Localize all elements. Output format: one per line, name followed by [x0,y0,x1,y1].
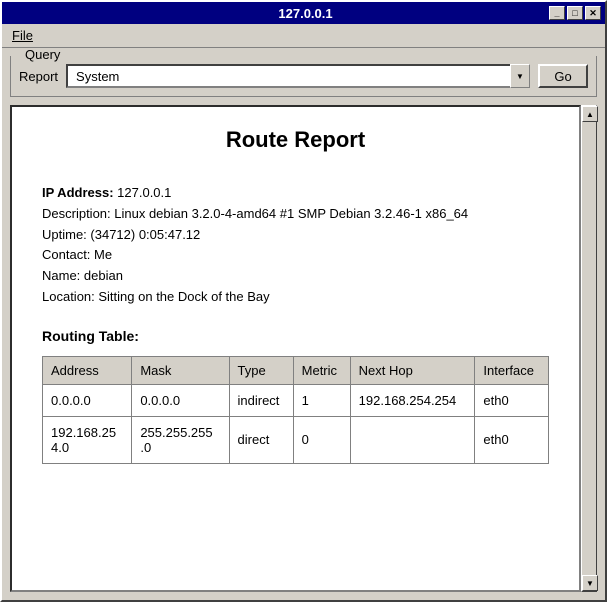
table-row: 0.0.0.0 0.0.0.0 indirect 1 192.168.254.2… [43,384,549,416]
report-area: Route Report IP Address: 127.0.0.1 Descr… [10,105,597,592]
report-title: Route Report [42,127,549,153]
title-bar: 127.0.0.1 _ □ ✕ [2,2,605,24]
contact-line: Contact: Me [42,245,549,266]
name-line: Name: debian [42,266,549,287]
report-inner: Route Report IP Address: 127.0.0.1 Descr… [12,107,579,484]
maximize-button[interactable]: □ [567,6,583,20]
content-area: Query Report System ▼ Go Route Report [2,48,605,600]
minimize-button[interactable]: _ [549,6,565,20]
row1-mask: 0.0.0.0 [132,384,229,416]
row1-metric: 1 [293,384,350,416]
col-header-metric: Metric [293,356,350,384]
row1-interface: eth0 [475,384,549,416]
row2-metric: 0 [293,416,350,463]
report-select-wrapper: System ▼ [66,64,530,88]
report-label: Report [19,69,58,84]
scroll-up-button[interactable]: ▲ [582,106,598,122]
file-menu[interactable]: File [6,26,39,45]
ip-value: 127.0.0.1 [117,185,171,200]
table-row: 192.168.254.0 255.255.255.0 direct 0 eth… [43,416,549,463]
col-header-address: Address [43,356,132,384]
vertical-scrollbar: ▲ ▼ [581,105,597,592]
col-header-nexthop: Next Hop [350,356,475,384]
close-button[interactable]: ✕ [585,6,601,20]
table-header-row: Address Mask Type Metric Next Hop Interf… [43,356,549,384]
ip-line: IP Address: 127.0.0.1 [42,183,549,204]
row1-address: 0.0.0.0 [43,384,132,416]
row2-nexthop [350,416,475,463]
query-row: Report System ▼ Go [19,64,588,88]
query-group: Query Report System ▼ Go [10,56,597,97]
col-header-type: Type [229,356,293,384]
location-line: Location: Sitting on the Dock of the Bay [42,287,549,308]
report-select[interactable]: System [66,64,530,88]
col-header-mask: Mask [132,356,229,384]
go-button[interactable]: Go [538,64,588,88]
main-window: 127.0.0.1 _ □ ✕ File Query Report System… [0,0,607,602]
window-controls: _ □ ✕ [549,6,601,20]
scroll-down-button[interactable]: ▼ [582,575,598,591]
row2-type: direct [229,416,293,463]
scrollbar-track[interactable] [582,122,596,575]
row2-mask: 255.255.255.0 [132,416,229,463]
routing-table-title: Routing Table: [42,328,549,344]
uptime-line: Uptime: (34712) 0:05:47.12 [42,225,549,246]
row1-nexthop: 192.168.254.254 [350,384,475,416]
description-line: Description: Linux debian 3.2.0-4-amd64 … [42,204,549,225]
row2-interface: eth0 [475,416,549,463]
row2-address: 192.168.254.0 [43,416,132,463]
routing-table: Address Mask Type Metric Next Hop Interf… [42,356,549,464]
menu-bar: File [2,24,605,48]
report-content: Route Report IP Address: 127.0.0.1 Descr… [10,105,581,592]
row1-type: indirect [229,384,293,416]
query-legend: Query [21,48,64,62]
col-header-interface: Interface [475,356,549,384]
report-info: IP Address: 127.0.0.1 Description: Linux… [42,183,549,308]
ip-label: IP Address: [42,185,114,200]
window-title: 127.0.0.1 [62,6,549,21]
